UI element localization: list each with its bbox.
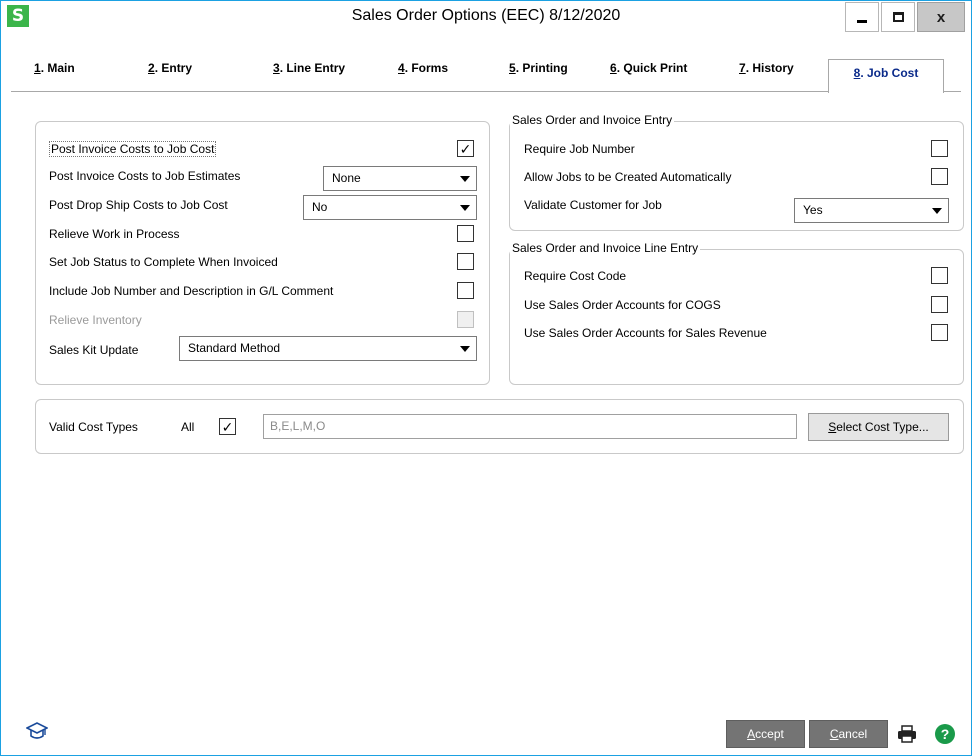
minimize-button[interactable] (845, 2, 879, 32)
printer-icon[interactable] (895, 722, 919, 746)
include-job-number-checkbox[interactable] (457, 282, 474, 299)
post-invoice-estimates-label: Post Invoice Costs to Job Estimates (49, 169, 241, 183)
validate-customer-select[interactable]: Yes (794, 198, 949, 223)
set-job-status-label: Set Job Status to Complete When Invoiced (49, 255, 278, 269)
tab-main[interactable]: 1. Main (34, 61, 75, 83)
tab-forms-label: . Forms (404, 61, 449, 75)
accept-mnemonic: A (747, 727, 756, 741)
sales-kit-update-value: Standard Method (188, 341, 281, 355)
cancel-button[interactable]: Cancel (809, 720, 888, 748)
window-title: Sales Order Options (EEC) 8/12/2020 (351, 7, 621, 24)
relieve-inventory-checkbox (457, 311, 474, 328)
accept-label: ccept (755, 727, 784, 741)
relieve-wip-label: Relieve Work in Process (49, 227, 180, 241)
tab-quick-print-label: . Quick Print (616, 61, 688, 75)
use-so-revenue-label: Use Sales Order Accounts for Sales Reven… (524, 326, 767, 340)
tab-entry[interactable]: 2. Entry (148, 61, 192, 83)
cost-types-field[interactable]: B,E,L,M,O (263, 414, 797, 439)
cancel-label: ancel (838, 727, 868, 741)
require-cost-code-checkbox[interactable] (931, 267, 948, 284)
post-invoice-estimates-value: None (332, 171, 361, 185)
checkmark-icon: ✓ (221, 418, 234, 435)
chevron-down-icon (460, 176, 470, 182)
chevron-down-icon (932, 208, 942, 214)
require-job-number-checkbox[interactable] (931, 140, 948, 157)
post-drop-ship-value: No (312, 200, 328, 214)
tab-line-entry-label: . Line Entry (279, 61, 346, 75)
tab-line-entry[interactable]: 3. Line Entry (273, 61, 345, 83)
minimize-icon (857, 19, 867, 23)
tab-printing-number: 5 (509, 61, 516, 75)
tab-job-cost-label: . Job Cost (860, 66, 919, 80)
sales-kit-update-label: Sales Kit Update (49, 343, 139, 357)
tab-history-number: 7 (739, 61, 746, 75)
tab-strip-border (11, 91, 961, 92)
select-cost-type-button[interactable]: Select Cost Type... (808, 413, 949, 441)
require-cost-code-label: Require Cost Code (524, 269, 627, 283)
tab-entry-number: 2 (148, 61, 155, 75)
allow-jobs-auto-label: Allow Jobs to be Created Automatically (524, 170, 732, 184)
post-drop-ship-label: Post Drop Ship Costs to Job Cost (49, 198, 228, 212)
post-invoice-costs-label: Post Invoice Costs to Job Cost (49, 141, 217, 157)
so-invoice-line-entry-legend: Sales Order and Invoice Line Entry (510, 241, 701, 255)
include-job-number-label: Include Job Number and Description in G/… (49, 284, 334, 298)
checkmark-icon: ✓ (459, 140, 472, 157)
close-button[interactable]: x (917, 2, 965, 32)
set-job-status-checkbox[interactable] (457, 253, 474, 270)
allow-jobs-auto-checkbox[interactable] (931, 168, 948, 185)
require-job-number-label: Require Job Number (524, 142, 635, 156)
graduation-cap-icon[interactable] (25, 719, 49, 743)
tab-forms-number: 4 (398, 61, 405, 75)
so-invoice-entry-legend: Sales Order and Invoice Entry (510, 113, 675, 127)
tab-forms[interactable]: 4. Forms (398, 61, 448, 83)
tab-line-entry-number: 3 (273, 61, 280, 75)
tab-history[interactable]: 7. History (739, 61, 794, 83)
validate-customer-value: Yes (803, 203, 823, 217)
use-so-cogs-label: Use Sales Order Accounts for COGS (524, 298, 721, 312)
all-cost-types-checkbox[interactable]: ✓ (219, 418, 236, 435)
use-so-revenue-checkbox[interactable] (931, 324, 948, 341)
use-so-cogs-checkbox[interactable] (931, 296, 948, 313)
close-icon: x (936, 8, 946, 26)
post-invoice-costs-checkbox[interactable]: ✓ (457, 140, 474, 157)
chevron-down-icon (460, 205, 470, 211)
tab-quick-print-number: 6 (610, 61, 617, 75)
accept-button[interactable]: Accept (726, 720, 805, 748)
tab-main-label: . Main (40, 61, 75, 75)
tab-quick-print[interactable]: 6. Quick Print (610, 61, 687, 83)
sales-kit-update-select[interactable]: Standard Method (179, 336, 477, 361)
post-drop-ship-select[interactable]: No (303, 195, 477, 220)
all-cost-types-label: All (181, 420, 195, 434)
validate-customer-label: Validate Customer for Job (524, 198, 662, 212)
svg-text:?: ? (941, 726, 950, 742)
post-invoice-estimates-select[interactable]: None (323, 166, 477, 191)
tab-job-cost[interactable]: 8. Job Cost (828, 59, 944, 93)
title-bar[interactable]: S Sales Order Options (EEC) 8/12/2020 x (1, 1, 971, 35)
maximize-icon (892, 12, 904, 22)
relieve-inventory-label: Relieve Inventory (49, 313, 142, 327)
select-cost-type-label: elect Cost Type... (836, 420, 929, 434)
tab-printing[interactable]: 5. Printing (509, 61, 568, 83)
tab-printing-label: . Printing (515, 61, 568, 75)
chevron-down-icon (460, 346, 470, 352)
tab-main-number: 1 (34, 61, 41, 75)
maximize-button[interactable] (881, 2, 915, 32)
valid-cost-types-label: Valid Cost Types (49, 420, 138, 434)
help-icon[interactable]: ? (933, 722, 957, 746)
tab-history-label: . History (745, 61, 794, 75)
sales-order-options-window: S Sales Order Options (EEC) 8/12/2020 x … (0, 0, 972, 756)
tab-entry-label: . Entry (154, 61, 193, 75)
relieve-wip-checkbox[interactable] (457, 225, 474, 242)
